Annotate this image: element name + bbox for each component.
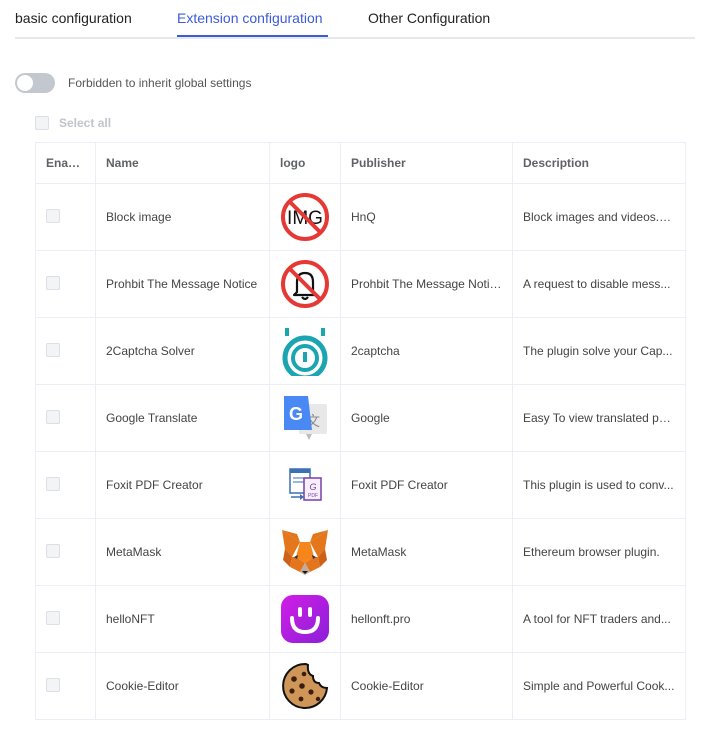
hellonft-logo xyxy=(281,595,329,643)
select-all-row: Select all xyxy=(35,116,111,130)
extension-publisher: MetaMask xyxy=(340,518,513,586)
enable-cell xyxy=(35,250,96,318)
inherit-setting-row: Forbidden to inherit global settings xyxy=(15,72,251,94)
extension-name: Cookie-Editor xyxy=(95,652,270,720)
logo-cell xyxy=(269,585,341,653)
extension-name: Google Translate xyxy=(95,384,270,452)
extensions-table: Enable Name logo Publisher Description B… xyxy=(35,142,686,720)
select-all-label: Select all xyxy=(59,116,112,130)
forbid-inherit-toggle[interactable] xyxy=(15,73,55,93)
foxit-logo-text: PDF xyxy=(308,493,318,499)
forbid-inherit-label: Forbidden to inherit global settings xyxy=(68,76,252,90)
extension-publisher: 2captcha xyxy=(340,317,513,385)
extension-description: Ethereum browser plugin. xyxy=(512,518,686,586)
logo-cell xyxy=(269,250,341,318)
prohibit-notice-logo xyxy=(281,260,329,308)
active-tab-indicator xyxy=(177,35,328,37)
extension-name: helloNFT xyxy=(95,585,270,653)
logo-cell xyxy=(269,518,341,586)
enable-checkbox[interactable] xyxy=(46,409,60,424)
svg-text:G: G xyxy=(289,404,303,424)
col-header-enable: Enable xyxy=(35,142,96,184)
enable-cell xyxy=(35,317,96,385)
extension-description: Easy To view translated pa... xyxy=(512,384,686,452)
extension-name: Block image xyxy=(95,183,270,251)
tab-basic-configuration[interactable]: basic configuration xyxy=(15,10,132,26)
enable-checkbox[interactable] xyxy=(46,208,60,223)
enable-cell xyxy=(35,652,96,720)
enable-checkbox[interactable] xyxy=(46,275,60,290)
table-row: helloNFT hellonft.pro A tool for NFT tra… xyxy=(35,585,686,653)
select-all-checkbox[interactable] xyxy=(35,116,49,130)
foxit-pdf-logo: G PDF xyxy=(289,468,322,501)
google-translate-logo: 文 G xyxy=(284,396,327,440)
extension-description: A tool for NFT traders and... xyxy=(512,585,686,653)
enable-checkbox[interactable] xyxy=(46,543,60,558)
extension-publisher: Foxit PDF Creator xyxy=(340,451,513,519)
enable-checkbox[interactable] xyxy=(46,476,60,491)
col-header-name: Name xyxy=(95,142,270,184)
tab-extension-configuration[interactable]: Extension configuration xyxy=(177,10,323,26)
extension-publisher: HnQ xyxy=(340,183,513,251)
logo-cell: G PDF xyxy=(269,451,341,519)
extension-publisher: Prohbit The Message Notice xyxy=(340,250,513,318)
logo-cell xyxy=(269,652,341,720)
extension-description: A request to disable mess... xyxy=(512,250,686,318)
table-row: 2Captcha Solver 2captcha The plugin solv… xyxy=(35,317,686,385)
extension-name: Prohbit The Message Notice xyxy=(95,250,270,318)
extension-description: This plugin is used to conv... xyxy=(512,451,686,519)
metamask-logo xyxy=(282,530,328,575)
extension-publisher: Google xyxy=(340,384,513,452)
enable-checkbox[interactable] xyxy=(46,342,60,357)
logo-cell xyxy=(269,317,341,385)
config-tabs: basic configuration Extension configurat… xyxy=(15,0,695,39)
col-header-logo: logo xyxy=(269,142,341,184)
table-row: MetaMask MetaMask Ethereum browser plugi… xyxy=(35,518,686,586)
table-row: Foxit PDF Creator G PDF Foxit PDF Creato… xyxy=(35,451,686,519)
col-header-publisher: Publisher xyxy=(340,142,513,184)
enable-checkbox[interactable] xyxy=(46,677,60,692)
enable-cell xyxy=(35,451,96,519)
extension-name: Foxit PDF Creator xyxy=(95,451,270,519)
table-row: Cookie-Editor Cookie-Editor Simple and P… xyxy=(35,652,686,720)
enable-checkbox[interactable] xyxy=(46,610,60,625)
enable-cell xyxy=(35,183,96,251)
cookie-editor-logo xyxy=(282,662,329,709)
extension-name: 2Captcha Solver xyxy=(95,317,270,385)
extension-description: Simple and Powerful Cook... xyxy=(512,652,686,720)
enable-cell xyxy=(35,585,96,653)
logo-cell: IMG xyxy=(269,183,341,251)
svg-text:G: G xyxy=(309,482,316,492)
extension-description: The plugin solve your Cap... xyxy=(512,317,686,385)
table-row: Block image IMG HnQ Block images and vid… xyxy=(35,183,686,251)
table-header-row: Enable Name logo Publisher Description xyxy=(35,142,686,184)
logo-cell: 文 G xyxy=(269,384,341,452)
table-row: Prohbit The Message Notice Prohbit The M… xyxy=(35,250,686,318)
extension-publisher: Cookie-Editor xyxy=(340,652,513,720)
enable-cell xyxy=(35,518,96,586)
toggle-knob xyxy=(17,75,33,91)
2captcha-logo xyxy=(282,328,328,376)
tab-other-configuration[interactable]: Other Configuration xyxy=(368,10,490,26)
enable-cell xyxy=(35,384,96,452)
extension-publisher: hellonft.pro xyxy=(340,585,513,653)
extension-name: MetaMask xyxy=(95,518,270,586)
extension-description: Block images and videos.P... xyxy=(512,183,686,251)
block-image-logo: IMG xyxy=(281,193,329,241)
table-row: Google Translate 文 G Google Easy To view… xyxy=(35,384,686,452)
col-header-description: Description xyxy=(512,142,686,184)
